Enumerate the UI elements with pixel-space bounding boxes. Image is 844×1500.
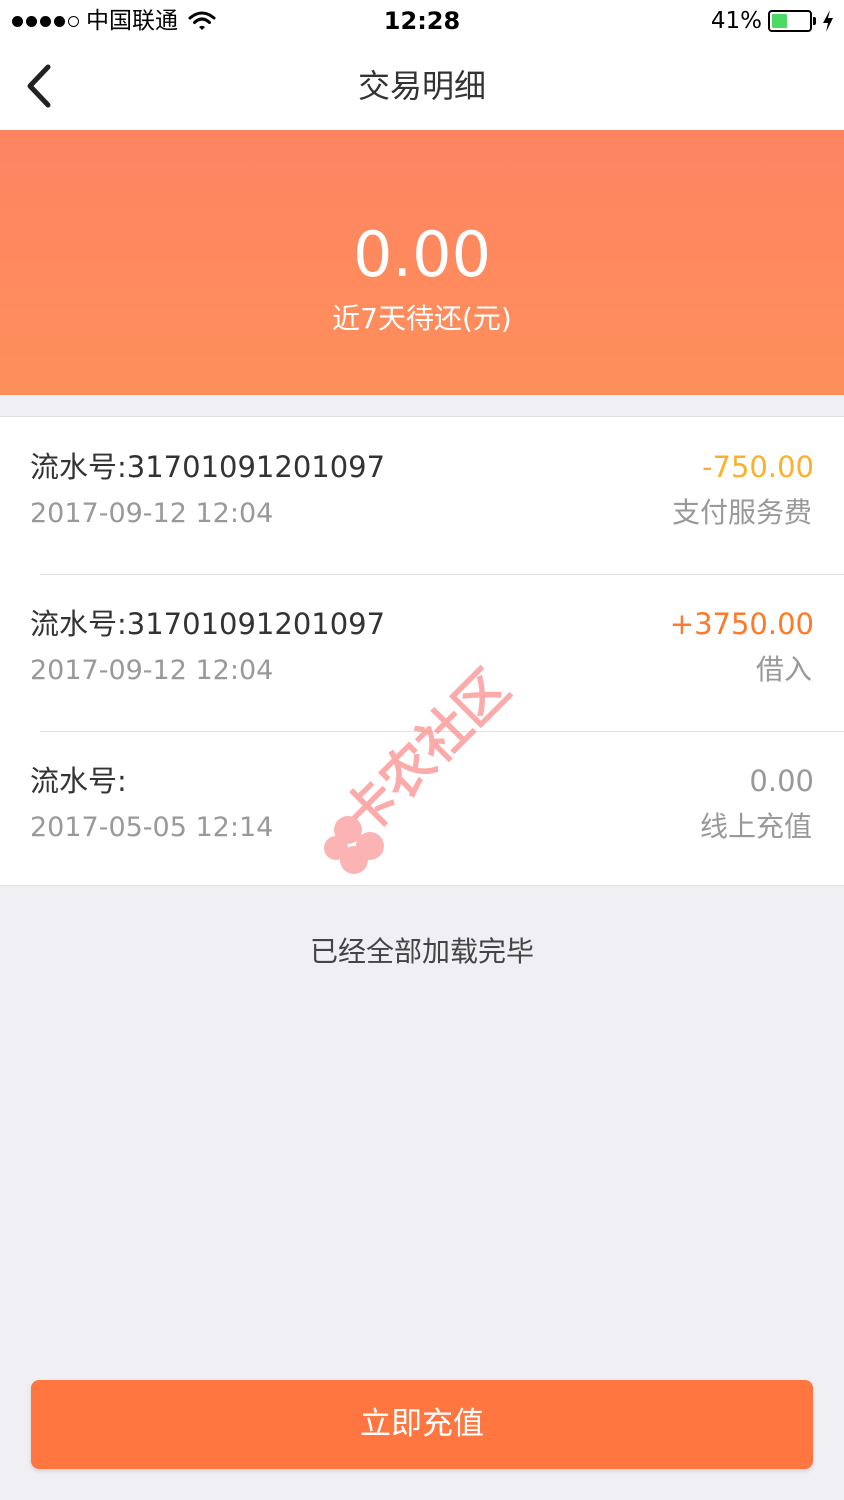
transaction-type: 线上充值 [699,810,812,843]
battery-cap [813,17,816,25]
status-right: 41% [711,8,834,34]
nav-bar: 交易明细 [0,42,844,130]
battery-icon [768,10,812,32]
pending-amount-label: 近7天待还(元) [332,302,512,335]
status-bar: 中国联通 12:28 41% [0,0,844,42]
recharge-now-button[interactable]: 立即充值 [31,1380,813,1469]
transaction-row[interactable]: 流水号:31701091201097 2017-09-12 12:04 +375… [0,574,844,731]
transaction-detail-screen: 中国联通 12:28 41% 交易明细 0.00 近7天待还(元) 流水号:31… [0,0,844,1500]
transaction-amount: -750.00 [702,450,814,484]
transaction-type: 借入 [755,653,812,686]
transaction-date: 2017-09-12 12:04 [30,498,274,529]
battery-fill [772,14,787,28]
transaction-row[interactable]: 流水号: 2017-05-05 12:14 0.00 线上充值 [0,731,844,888]
transaction-type: 支付服务费 [671,496,812,529]
transaction-date: 2017-05-05 12:14 [30,812,274,843]
pending-amount: 0.00 [352,218,492,291]
transaction-amount: +3750.00 [669,607,814,641]
transaction-serial: 流水号:31701091201097 [30,450,386,484]
transaction-date: 2017-09-12 12:04 [30,655,274,686]
battery-percent: 41% [710,8,762,34]
transaction-serial: 流水号:31701091201097 [30,607,386,641]
transaction-list: 流水号:31701091201097 2017-09-12 12:04 -750… [0,416,844,886]
charging-bolt-icon [823,10,833,32]
list-end-message: 已经全部加载完毕 [309,935,534,968]
pending-repayment-summary: 0.00 近7天待还(元) [0,130,844,395]
transaction-row[interactable]: 流水号:31701091201097 2017-09-12 12:04 -750… [0,417,844,574]
page-title: 交易明细 [357,67,486,105]
transaction-amount: 0.00 [749,764,814,798]
transaction-serial: 流水号: [30,764,127,798]
